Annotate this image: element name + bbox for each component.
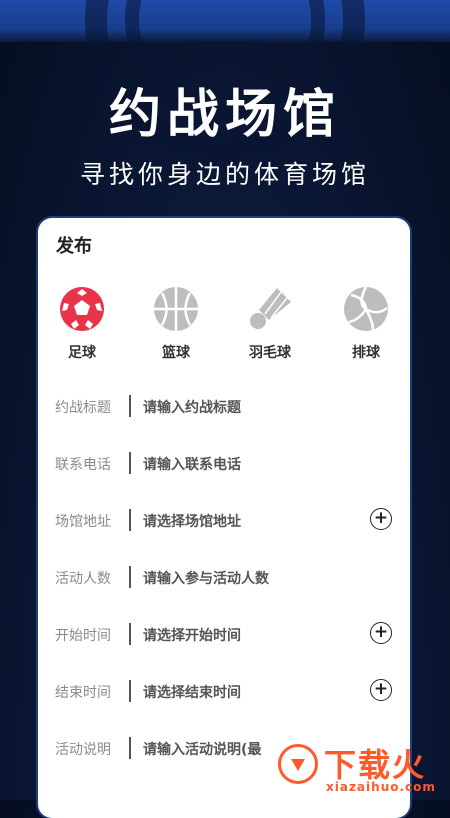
field-row-end-time[interactable]: 结束时间 请选择结束时间 + [38,677,410,707]
add-venue-address-button[interactable]: + [370,508,392,530]
sport-option-volleyball[interactable]: 排球 [326,286,406,362]
add-end-time-button[interactable]: + [370,679,392,701]
field-row-title[interactable]: 约战标题 请输入约战标题 [38,392,410,422]
football-icon [60,287,104,331]
sport-option-badminton[interactable]: 羽毛球 [230,286,310,362]
sport-label: 足球 [68,345,96,361]
sport-option-basketball[interactable]: 篮球 [136,286,216,362]
field-row-phone[interactable]: 联系电话 请输入联系电话 [38,449,410,479]
field-row-start-time[interactable]: 开始时间 请选择开始时间 + [38,620,410,650]
venue-address-select[interactable]: 请选择场馆地址 [143,511,241,531]
basketball-icon [154,287,198,331]
hero-title: 约战场馆 [108,85,341,145]
field-divider [129,737,131,759]
sport-label: 篮球 [162,345,190,361]
sport-option-football[interactable]: 足球 [42,286,122,362]
start-time-select[interactable]: 请选择开始时间 [143,625,241,645]
publish-card: 发布 足球 篮球 羽毛球 排球 约战标题 请输入约战标题 联系电话 请输入联系电… [38,218,410,818]
download-logo-icon [278,744,318,784]
field-row-venue-address[interactable]: 场馆地址 请选择场馆地址 + [38,506,410,536]
sport-selector: 足球 篮球 羽毛球 排球 [38,286,410,396]
description-input[interactable]: 请输入活动说明(最 [143,739,261,759]
title-input[interactable]: 请输入约战标题 [143,397,241,417]
card-title: 发布 [56,236,92,257]
field-divider [129,395,131,417]
shuttlecock-icon [250,288,291,329]
top-banner [0,0,450,160]
phone-input[interactable]: 请输入联系电话 [143,454,241,474]
sport-label: 羽毛球 [249,345,291,361]
field-label: 开始时间 [55,628,111,644]
field-divider [129,452,131,474]
volleyball-icon [344,286,388,331]
end-time-select[interactable]: 请选择结束时间 [143,682,241,702]
field-label: 活动人数 [55,571,111,587]
field-label: 活动说明 [55,742,111,758]
field-label: 结束时间 [55,685,111,701]
field-label: 约战标题 [55,400,111,416]
field-divider [129,566,131,588]
field-label: 联系电话 [55,457,111,473]
site-watermark: 下载火 xiazaihuo.com [268,738,450,800]
field-label: 场馆地址 [55,514,111,530]
add-start-time-button[interactable]: + [370,622,392,644]
field-divider [129,623,131,645]
field-divider [129,509,131,531]
watermark-domain: xiazaihuo.com [326,780,436,794]
field-divider [129,680,131,702]
sport-label: 排球 [352,345,380,361]
hero-subtitle: 寻找你身边的体育场馆 [79,160,370,189]
field-row-participants[interactable]: 活动人数 请输入参与活动人数 [38,563,410,593]
participants-input[interactable]: 请输入参与活动人数 [143,568,269,588]
